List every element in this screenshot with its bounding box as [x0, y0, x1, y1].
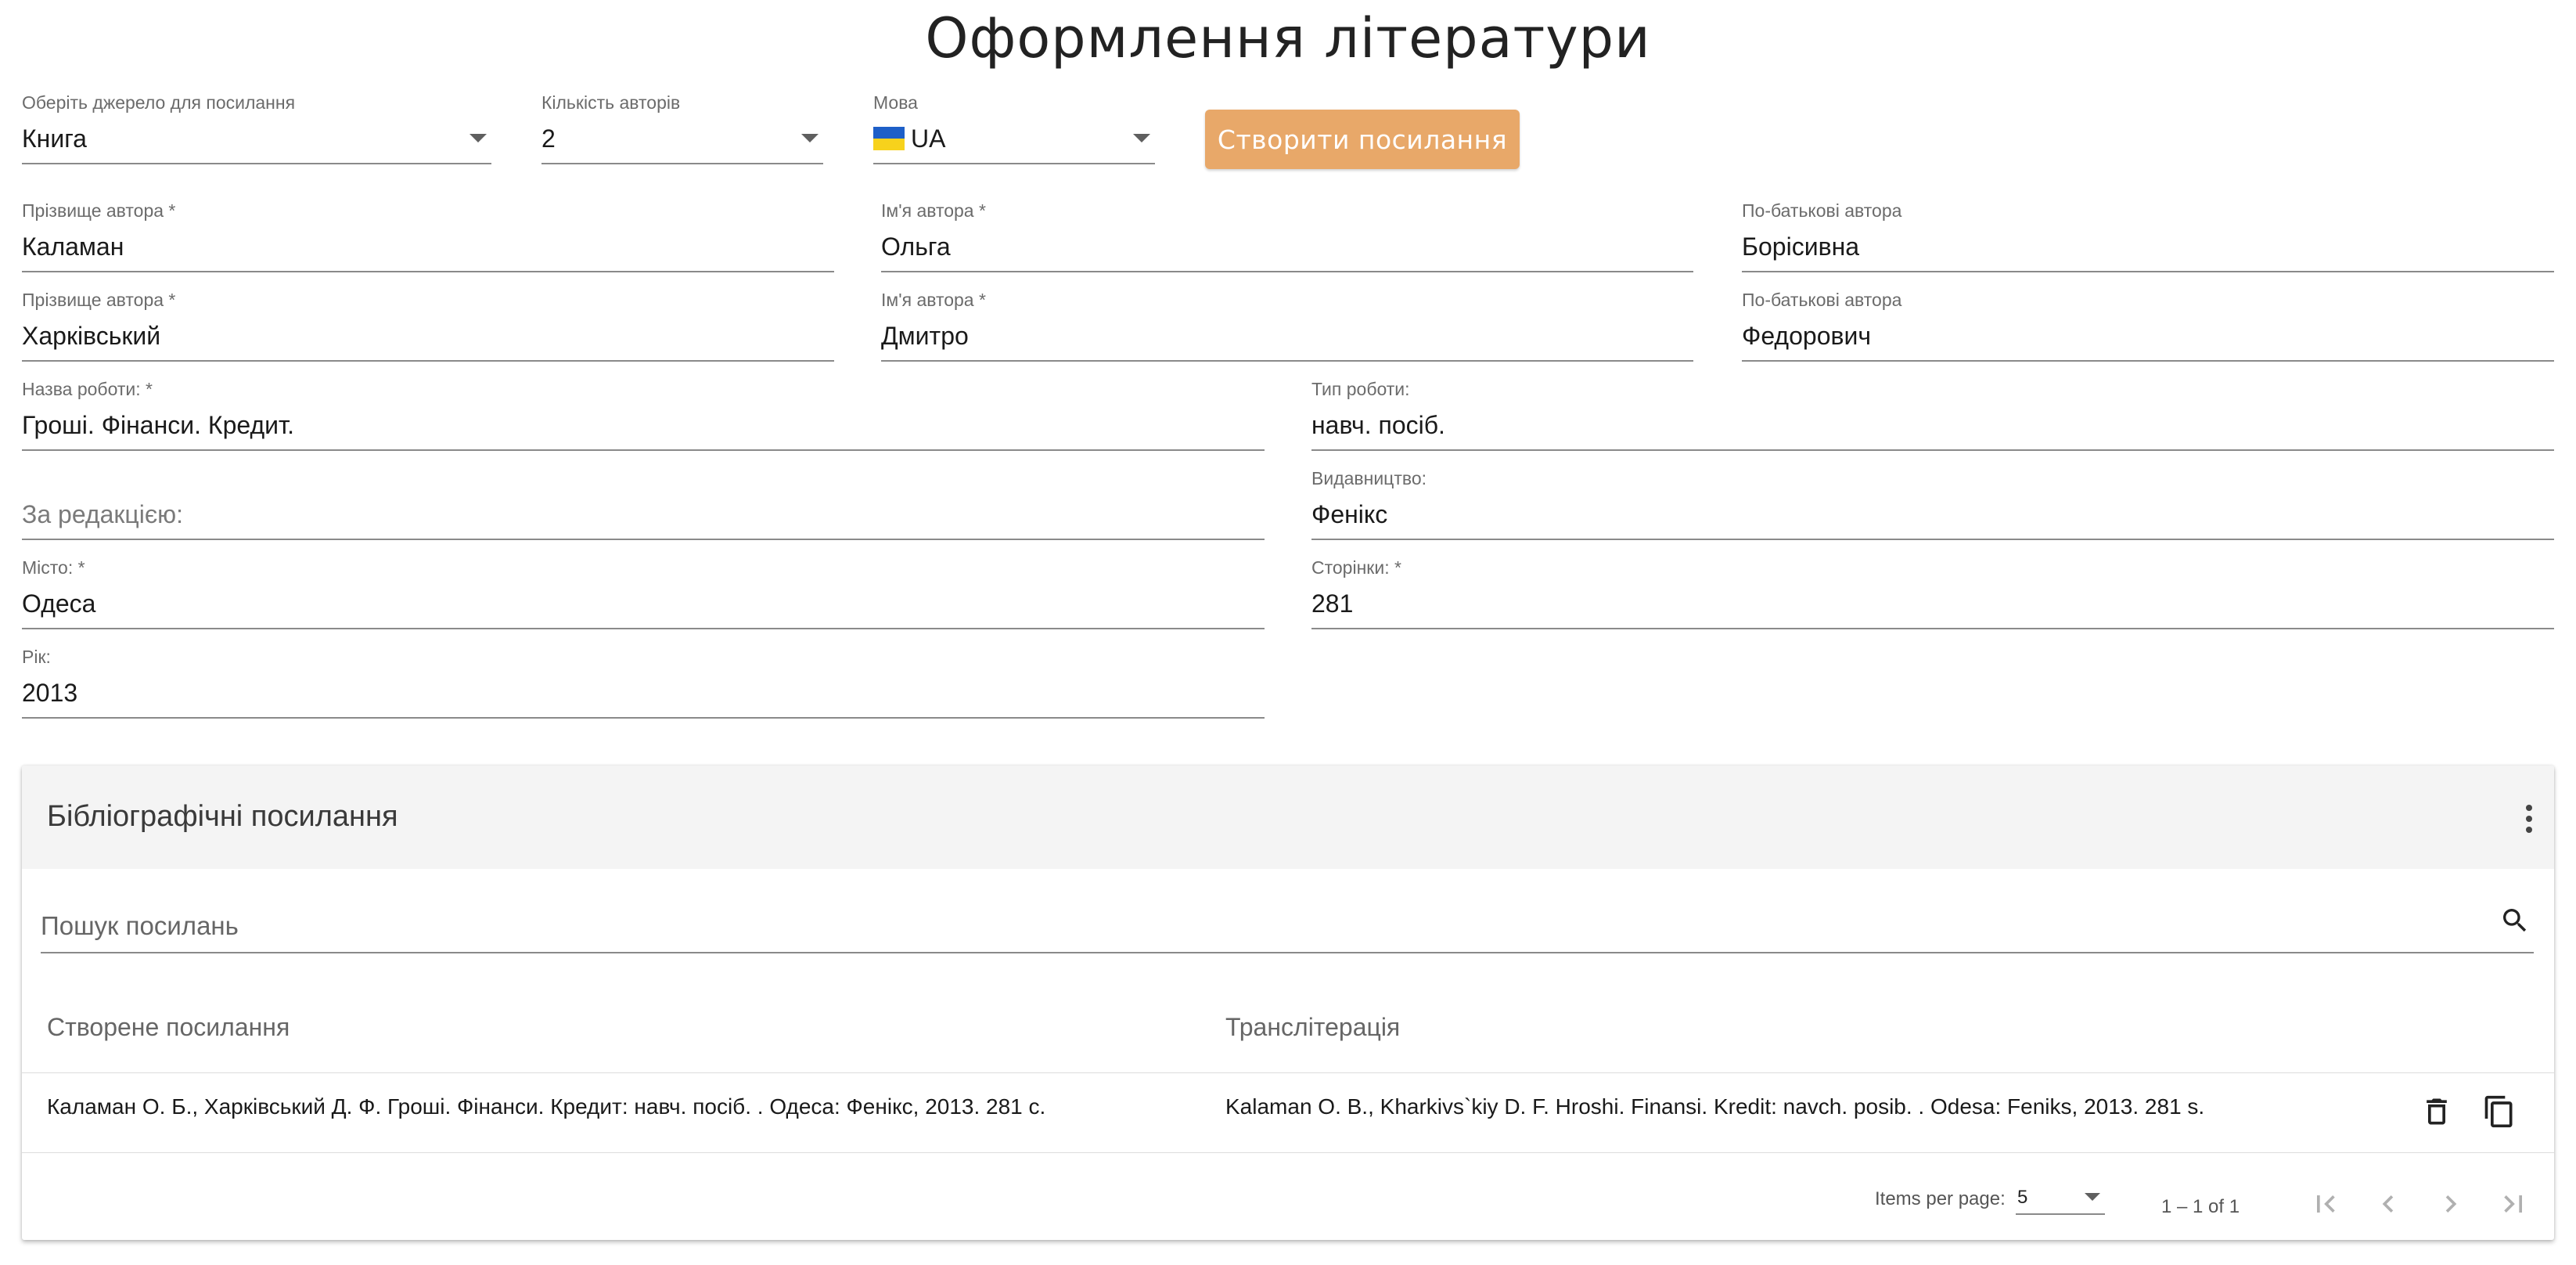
author-1-patronymic-field[interactable]: По-батькові автора Борісивна	[1742, 200, 2554, 272]
source-select[interactable]: Оберіть джерело для посилання Книга	[22, 92, 491, 164]
column-header-created[interactable]: Створене посилання	[47, 1013, 290, 1042]
work-title-field[interactable]: Назва роботи: * Гроші. Фінанси. Кредит.	[22, 379, 1265, 451]
range-label: 1 – 1 of 1	[2161, 1196, 2240, 1217]
author-2-name-field[interactable]: Ім'я автора * Дмитро	[881, 290, 1693, 362]
first-page-icon[interactable]	[2308, 1187, 2343, 1221]
city-field[interactable]: Місто: * Одеса	[22, 557, 1265, 629]
work-title-label: Назва роботи: *	[22, 379, 153, 399]
author-count-select[interactable]: Кількість авторів 2	[541, 92, 823, 164]
items-per-page-select[interactable]: 5	[2016, 1182, 2105, 1215]
city-label: Місто: *	[22, 557, 85, 578]
patronymic-label: По-батькові автора	[1742, 200, 1902, 221]
city-value: Одеса	[22, 589, 96, 618]
search-input[interactable]	[41, 906, 2466, 946]
search-icon[interactable]	[2499, 905, 2531, 936]
work-type-label: Тип роботи:	[1311, 379, 1410, 399]
create-reference-button[interactable]: Створити посилання	[1205, 110, 1520, 169]
chevron-down-icon	[801, 134, 818, 142]
language-label: Мова	[873, 92, 918, 113]
publisher-field[interactable]: Видавництво: Фенікс	[1311, 468, 2554, 540]
name-value: Ольга	[881, 232, 951, 261]
header-divider	[22, 1072, 2554, 1073]
row-divider	[22, 1152, 2554, 1153]
name-label: Ім'я автора *	[881, 200, 986, 221]
language-select[interactable]: Мова UA	[873, 92, 1155, 164]
created-reference-cell: Каламан О. Б., Харківський Д. Ф. Гроші. …	[47, 1094, 1046, 1119]
patronymic-value: Борісивна	[1742, 232, 1860, 261]
patronymic-value: Федорович	[1742, 322, 1872, 350]
search-field	[41, 883, 2534, 953]
source-select-value: Книга	[22, 124, 87, 153]
references-title: Бібліографічні посилання	[47, 800, 398, 833]
work-title-value: Гроші. Фінанси. Кредит.	[22, 411, 294, 439]
author-count-value: 2	[541, 124, 556, 153]
author-2-patronymic-field[interactable]: По-батькові автора Федорович	[1742, 290, 2554, 362]
last-page-icon[interactable]	[2496, 1187, 2531, 1221]
chevron-down-icon	[2085, 1193, 2100, 1201]
patronymic-label: По-батькові автора	[1742, 290, 1902, 310]
publisher-label: Видавництво:	[1311, 468, 1427, 488]
references-header: Бібліографічні посилання	[22, 766, 2554, 869]
author-1-name-field[interactable]: Ім'я автора * Ольга	[881, 200, 1693, 272]
surname-label: Прізвище автора *	[22, 290, 176, 310]
next-page-icon[interactable]	[2434, 1187, 2468, 1221]
copy-icon[interactable]	[2482, 1093, 2517, 1130]
pages-label: Сторінки: *	[1311, 557, 1401, 578]
pages-field[interactable]: Сторінки: * 281	[1311, 557, 2554, 629]
chevron-down-icon	[470, 134, 487, 142]
references-card: Бібліографічні посилання Створене посила…	[22, 766, 2554, 1240]
items-per-page-value: 5	[2017, 1187, 2028, 1208]
chevron-down-icon	[1133, 134, 1150, 142]
more-vert-icon[interactable]	[2526, 805, 2532, 833]
author-1-surname-field[interactable]: Прізвище автора * Каламан	[22, 200, 834, 272]
publisher-value: Фенікс	[1311, 500, 1388, 528]
author-2-surname-field[interactable]: Прізвище автора * Харківський	[22, 290, 834, 362]
items-per-page-label: Items per page:	[1875, 1188, 2006, 1209]
name-label: Ім'я автора *	[881, 290, 986, 310]
source-select-label: Оберіть джерело для посилання	[22, 92, 296, 113]
surname-value: Каламан	[22, 232, 124, 261]
language-value: UA	[873, 124, 945, 153]
pages-value: 281	[1311, 589, 1354, 618]
work-type-field[interactable]: Тип роботи: навч. посіб.	[1311, 379, 2554, 451]
author-count-label: Кількість авторів	[541, 92, 681, 113]
surname-value: Харківський	[22, 322, 161, 350]
surname-label: Прізвище автора *	[22, 200, 176, 221]
year-label: Рік:	[22, 647, 51, 667]
language-code: UA	[911, 124, 946, 153]
ukraine-flag-icon	[873, 127, 905, 150]
year-value: 2013	[22, 679, 78, 707]
editor-placeholder: За редакцією:	[22, 500, 184, 528]
name-value: Дмитро	[881, 322, 969, 350]
delete-icon[interactable]	[2419, 1093, 2454, 1130]
previous-page-icon[interactable]	[2371, 1187, 2405, 1221]
year-field[interactable]: Рік: 2013	[22, 647, 1265, 719]
column-header-transliteration[interactable]: Транслітерація	[1225, 1013, 1400, 1042]
paginator: Items per page: 5 1 – 1 of 1	[22, 1165, 2554, 1240]
editor-field[interactable]: За редакцією:	[22, 468, 1265, 540]
page-title: Оформлення літератури	[925, 6, 1651, 70]
work-type-value: навч. посіб.	[1311, 411, 1445, 439]
transliteration-cell: Kalaman O. B., Kharkivs`kiy D. F. Hroshi…	[1225, 1094, 2205, 1119]
